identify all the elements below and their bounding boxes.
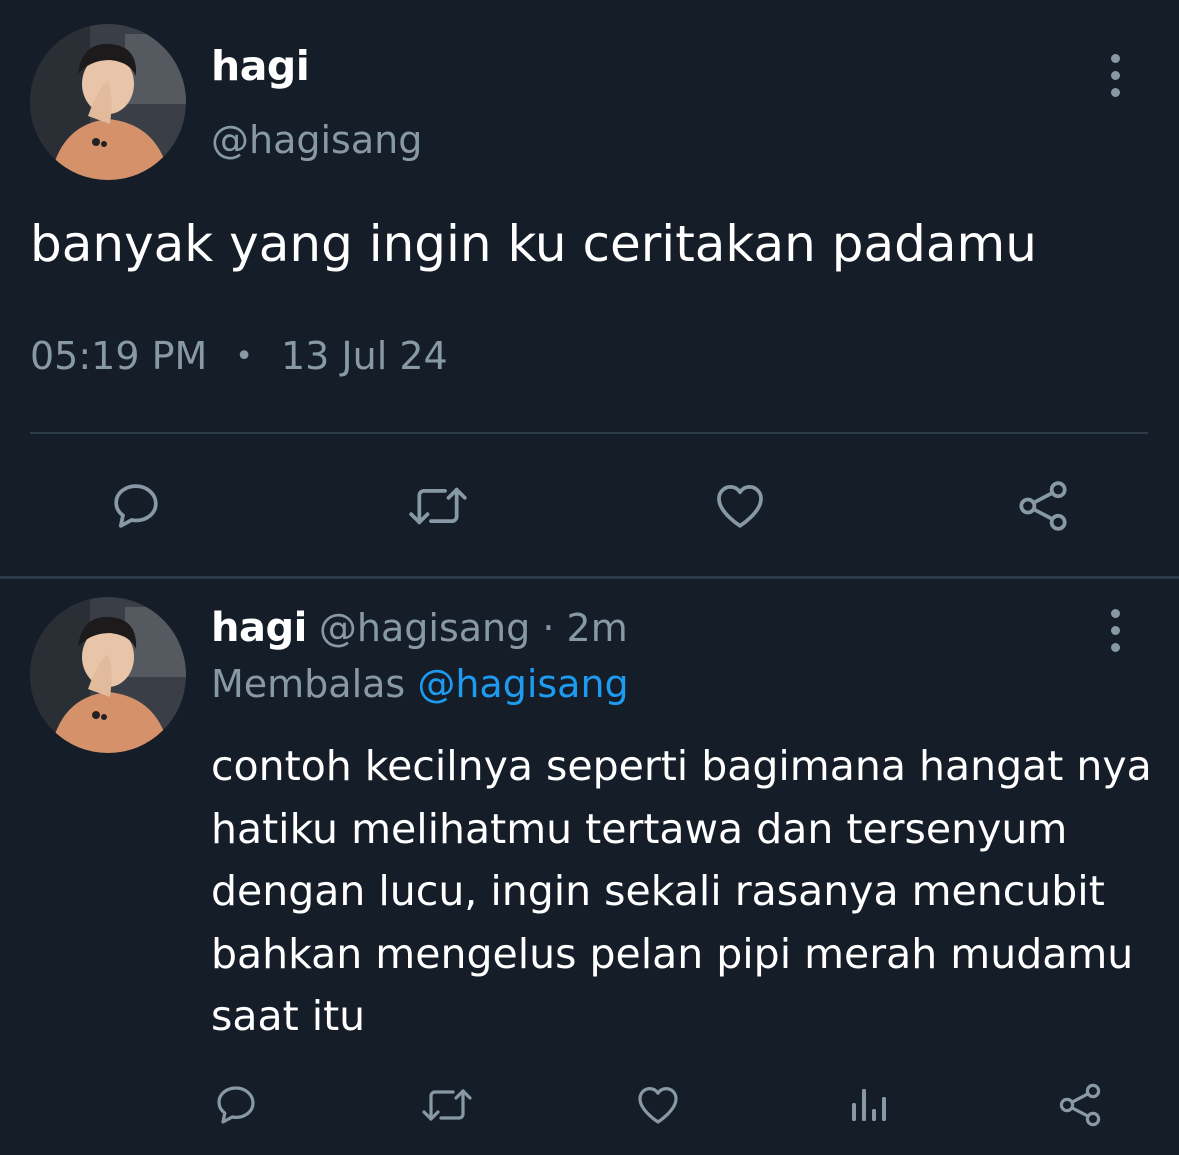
- tweet-text: banyak yang ingin ku ceritakan padamu: [30, 215, 1037, 273]
- author-handle[interactable]: @hagisang: [319, 606, 530, 650]
- replying-to: Membalas @hagisang: [211, 662, 629, 706]
- avatar[interactable]: [30, 597, 186, 753]
- avatar[interactable]: [30, 24, 186, 180]
- author-handle[interactable]: @hagisang: [211, 118, 422, 162]
- more-options-icon[interactable]: [1095, 605, 1135, 655]
- reply-text-line: dengan lucu, ingin sekali rasanya mencub…: [211, 867, 1105, 915]
- tweet-actions: [0, 466, 1179, 546]
- author-name[interactable]: hagi: [211, 605, 307, 651]
- more-options-icon[interactable]: [1095, 50, 1135, 100]
- replying-label: Membalas: [211, 662, 406, 706]
- divider: [0, 576, 1179, 579]
- retweet-icon[interactable]: [419, 1065, 475, 1145]
- reply-text-line: contoh kecilnya seperti bagimana hangat …: [211, 742, 1152, 790]
- heart-icon[interactable]: [705, 466, 775, 546]
- retweet-icon[interactable]: [403, 466, 473, 546]
- meta-separator: •: [235, 338, 253, 374]
- time-separator: ·: [542, 606, 555, 650]
- reply-time: 2m: [566, 606, 628, 650]
- reply-text-line: hatiku melihatmu tertawa dan tersenyum: [211, 804, 1068, 853]
- share-icon[interactable]: [1008, 466, 1078, 546]
- reply-actions: [0, 1065, 1179, 1145]
- reply-text-line: saat itu: [211, 992, 366, 1040]
- author-name[interactable]: hagi: [211, 42, 310, 90]
- divider: [30, 432, 1148, 434]
- tweet-time: 05:19 PM: [30, 334, 208, 378]
- tweet-date: 13 Jul 24: [281, 334, 448, 378]
- reply-icon[interactable]: [101, 466, 171, 546]
- mention-link[interactable]: @hagisang: [417, 662, 628, 706]
- share-icon[interactable]: [1052, 1065, 1108, 1145]
- reply-header: hagi @hagisang · 2m: [211, 605, 628, 651]
- analytics-icon[interactable]: [841, 1065, 897, 1145]
- tweet-meta: 05:19 PM • 13 Jul 24: [30, 334, 448, 378]
- reply-icon[interactable]: [208, 1065, 264, 1145]
- reply-text: contoh kecilnya seperti bagimana hangat …: [211, 735, 1152, 1048]
- reply-text-line: bahkan mengelus pelan pipi merah mudamu: [211, 929, 1134, 978]
- heart-icon[interactable]: [630, 1065, 686, 1145]
